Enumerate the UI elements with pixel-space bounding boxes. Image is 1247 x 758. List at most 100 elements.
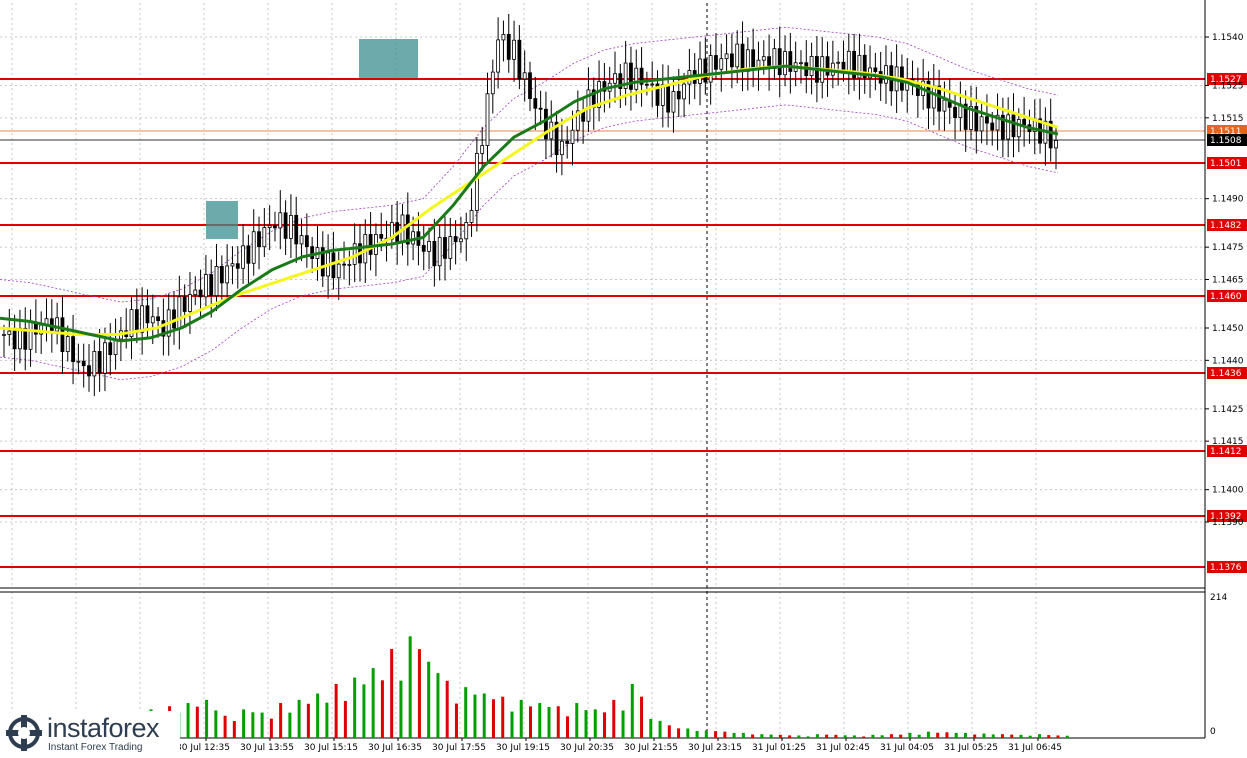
candle-down <box>873 67 878 72</box>
volume-bar <box>1010 734 1014 738</box>
candle-up <box>2 334 6 336</box>
price-tick-label: 1.1540 <box>1212 33 1244 43</box>
candle-down <box>729 53 734 68</box>
volume-bar <box>501 696 505 738</box>
volume-bar <box>908 732 912 738</box>
volume-bar <box>491 699 495 738</box>
candle-down <box>432 240 437 267</box>
candle-up <box>942 99 947 112</box>
volume-bar <box>834 734 838 738</box>
candle-down <box>198 289 203 298</box>
volume-bar <box>741 732 745 738</box>
candle-up <box>203 274 208 298</box>
candle-up <box>464 222 469 240</box>
candle-down <box>703 58 708 83</box>
volume-bar <box>982 733 986 738</box>
price-tick-label: 1.1400 <box>1212 486 1244 496</box>
candle-down <box>740 43 745 72</box>
volume-bar <box>566 716 570 738</box>
time-tick-label: 30 Jul 13:55 <box>240 743 294 753</box>
time-tick-label: 30 Jul 21:55 <box>624 743 678 753</box>
volume-bar <box>917 734 921 738</box>
candle-down <box>81 360 86 367</box>
volume-bar <box>334 683 338 738</box>
candle-up <box>698 58 702 84</box>
volume-bar <box>889 734 893 738</box>
volume-bar <box>751 734 755 738</box>
candle-up <box>150 316 155 324</box>
price-tick-label: 1.1515 <box>1212 114 1244 124</box>
candle-up <box>634 67 639 90</box>
volume-bar <box>714 731 718 738</box>
volume-bar <box>963 732 967 738</box>
volume-bar <box>251 712 255 738</box>
volume-tick-label: 0 <box>1210 727 1216 737</box>
candle-up <box>193 289 198 295</box>
candle-up <box>682 83 686 100</box>
time-tick-label: 30 Jul 12:35 <box>176 743 230 753</box>
candle-down <box>1022 119 1027 126</box>
volume-bar <box>232 721 236 738</box>
candle-up <box>76 360 81 363</box>
candle-down <box>12 330 17 350</box>
volume-bar <box>399 680 403 738</box>
candle-up <box>140 305 145 333</box>
candle-down <box>368 234 373 255</box>
volume-bar <box>667 725 671 738</box>
candle-down <box>528 72 532 99</box>
volume-bar <box>371 668 375 738</box>
signal-box <box>206 201 238 239</box>
candle-up <box>671 91 676 113</box>
candle-down <box>283 212 288 239</box>
candle-down <box>825 56 830 76</box>
volume-bar <box>825 734 829 738</box>
candle-up <box>724 53 729 60</box>
volume-bar <box>473 694 477 738</box>
candle-down <box>342 263 346 266</box>
candle-down <box>310 246 315 259</box>
candle-up <box>18 327 22 350</box>
volume-bar <box>279 703 283 738</box>
volume-bar <box>325 702 329 738</box>
volume-bar <box>584 710 588 738</box>
time-tick-label: 31 Jul 05:25 <box>944 743 998 753</box>
candle-up <box>490 71 495 95</box>
candle-up <box>735 43 740 68</box>
volume-bar <box>1056 735 1060 738</box>
candle-up <box>650 83 655 86</box>
candle-up <box>708 55 713 83</box>
level-label: 1.1376 <box>1210 563 1242 573</box>
candle-up <box>214 266 219 297</box>
candle-up <box>459 238 463 243</box>
time-tick-label: 30 Jul 17:55 <box>432 743 486 753</box>
candle-down <box>235 263 240 269</box>
candle-up <box>522 72 527 80</box>
volume-bar <box>436 673 440 738</box>
candle-down <box>985 116 989 124</box>
candle-down <box>209 274 214 297</box>
candle-up <box>809 56 814 76</box>
candle-up <box>501 33 506 41</box>
volume-bar <box>427 661 431 738</box>
volume-bar <box>732 732 736 738</box>
time-tick-label: 30 Jul 23:15 <box>688 743 742 753</box>
level-label: 1.1501 <box>1210 159 1242 169</box>
volume-bar <box>464 687 468 738</box>
volume-bar <box>658 720 662 738</box>
level-label: 1.1460 <box>1210 292 1242 302</box>
candle-up <box>761 56 766 61</box>
candle-down <box>246 245 251 264</box>
level-label: 1.1436 <box>1210 369 1242 379</box>
volume-bar <box>704 730 708 738</box>
candle-up <box>251 231 256 264</box>
candle-up <box>485 93 490 146</box>
volume-tick-label: 214 <box>1210 593 1227 603</box>
price-tick-label: 1.1475 <box>1212 243 1244 253</box>
volume-bar <box>547 706 551 738</box>
candle-up <box>188 294 192 312</box>
volume-bar <box>677 728 681 738</box>
candle-down <box>379 234 384 239</box>
time-tick-label: 30 Jul 19:15 <box>496 743 550 753</box>
volume-bar <box>556 706 560 738</box>
volume-bar <box>510 711 514 738</box>
